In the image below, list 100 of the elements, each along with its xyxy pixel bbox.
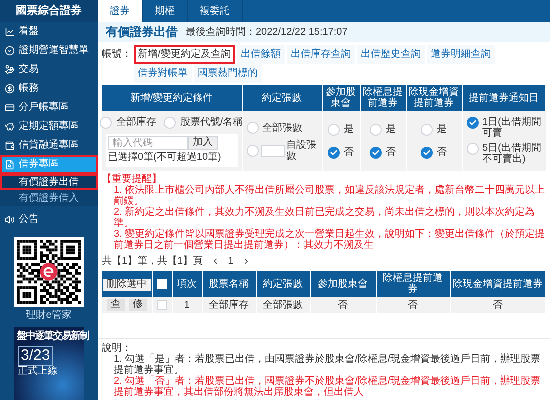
option-label: 否: [437, 146, 447, 160]
option-label: 股票代號/名稱: [180, 116, 244, 130]
table-cell: 1: [184, 300, 190, 310]
radio-button[interactable]: [466, 117, 478, 129]
column-header: 除現金增資提前還券: [406, 85, 462, 111]
notice-text: 2. 新約定之出借條件，其效力不溯及生效日前已完成之交易，尚未出借之標的，則以本次約定為準。: [113, 207, 536, 229]
table-cell: 否: [338, 300, 348, 310]
sub-tab[interactable]: 新增/變更約定及查詢: [134, 45, 235, 64]
column-header: 提前還券通知日: [462, 85, 546, 111]
column-header: 項次: [172, 271, 202, 297]
banner-headline: 盤中逐筆交易新制: [17, 331, 89, 344]
table-cell: 否: [492, 300, 503, 310]
radio-button[interactable]: [370, 146, 382, 158]
quantity-input[interactable]: [260, 144, 284, 156]
sidebar-subitem[interactable]: 有價證券出借: [0, 174, 98, 190]
radio-button[interactable]: [328, 146, 340, 158]
option-label: 否: [344, 146, 354, 160]
piggy-bank-icon: [5, 122, 15, 132]
speaker-icon: [5, 214, 15, 224]
last-query-time: 最後查詢時間：2022/12/22 15:17:07: [186, 26, 348, 40]
option-label: 5日(出借期間不可賣出): [482, 143, 542, 165]
banner-date: 3/23: [18, 346, 54, 366]
notes-heading: 說明：: [102, 343, 133, 354]
column-header: 除現金增資提前還券: [450, 271, 546, 297]
sidebar-item[interactable]: 看盤: [0, 22, 98, 41]
option-label: 自設張數: [286, 140, 318, 162]
option-label: 是: [344, 123, 354, 137]
sidebar-item[interactable]: 信貸融通專區: [0, 136, 98, 155]
radio-button[interactable]: [370, 124, 382, 136]
notice-heading: 【重要提醒】: [102, 174, 162, 185]
column-header: 除權息提前還券: [376, 271, 450, 297]
table-cell: 全部張數: [263, 300, 303, 310]
qr-card[interactable]: [14, 237, 84, 307]
check-icon: [330, 148, 338, 156]
notice-text: 3. 變更約定條件皆以國票證券受理完成之次一營業日起生效，說明如下：變更出借條件（於預定提前還券日之前一個營業日提出提前還券）：其效力不溯及生: [113, 229, 546, 251]
column-header: 新增/變更約定條件: [102, 85, 242, 111]
file-search-icon: [5, 160, 15, 170]
sidebar-item[interactable]: 交易: [0, 60, 98, 79]
selected-count: 已選擇0筆(不可超過10筆): [108, 150, 222, 165]
check-icon: [468, 119, 476, 127]
qr-code-drawing: [17, 240, 81, 304]
sub-tab[interactable]: 國票熱門標的: [194, 64, 262, 83]
radio-button[interactable]: [100, 116, 112, 128]
radio-button[interactable]: [466, 143, 478, 155]
sub-tab[interactable]: 出借歷史查詢: [356, 45, 425, 64]
radio-button[interactable]: [421, 124, 433, 136]
sub-tab[interactable]: 還券明細查詢: [426, 45, 495, 64]
top-tab[interactable]: 證券: [98, 0, 143, 22]
option-label: 是: [386, 123, 396, 137]
column-header: 參加股東會: [310, 271, 376, 297]
check-icon: [372, 148, 380, 156]
note-text: 1. 勾選「是」者：若股票已出借，由國票證券於股東會/除權息/現金增資最後過戶日前，辦理股票提前還券事宜。: [113, 354, 542, 376]
option-label: 否: [386, 146, 396, 160]
pager-summary: 共【1】筆，共【1】頁: [102, 254, 204, 269]
radio-button[interactable]: [246, 122, 258, 134]
row-checkbox[interactable]: [157, 300, 167, 310]
banner-subline: 正式上線: [18, 366, 58, 379]
option-label: 全部張數: [262, 122, 302, 136]
qr-caption: 理財e管家: [25, 308, 73, 323]
radio-button[interactable]: [246, 144, 258, 156]
hand-coins-icon: [5, 64, 15, 74]
column-header: 約定張數: [256, 271, 310, 297]
sub-tab[interactable]: 出借餘額: [236, 45, 285, 64]
card-icon: [5, 102, 15, 112]
option-label: 是: [437, 123, 447, 137]
table-cell: 否: [408, 300, 418, 310]
code-input[interactable]: 輸入代碼: [108, 136, 188, 150]
check-circle-icon: [5, 46, 15, 56]
page-number[interactable]: 1: [228, 254, 234, 269]
option-label: 1日(出借期間可賣: [482, 117, 542, 139]
delete-selected-button[interactable]: 刪除選中: [102, 278, 151, 290]
page-title: 有價證券出借: [106, 24, 178, 41]
account-label: 帳號：: [102, 48, 132, 62]
radio-button[interactable]: [328, 124, 340, 136]
radio-button[interactable]: [164, 116, 176, 128]
sidebar-subitem[interactable]: 有價證券借入: [0, 190, 98, 206]
chart-icon: [5, 26, 15, 36]
sub-tab[interactable]: 出借庫存查詢: [286, 45, 355, 64]
column-header: 約定張數: [242, 85, 322, 111]
column-header: 參加股東會: [322, 85, 360, 111]
sidebar-item[interactable]: 分戶帳專區: [0, 98, 98, 117]
option-label: 全部庫存: [116, 116, 156, 130]
brand-logo: 國票綜合證券: [0, 0, 98, 22]
radio-button[interactable]: [421, 146, 433, 158]
sidebar-item[interactable]: 證期營運智慧單: [0, 41, 98, 60]
query-button[interactable]: 查: [106, 299, 125, 311]
sidebar-item[interactable]: 定期定額專區: [0, 117, 98, 136]
column-header: 除權息提前還券: [360, 85, 406, 111]
notice-text: 1. 依法限上市櫃公司內部人不得出借所屬公司股票，如違反該法規定者，處新台幣二十四萬元以上罰鍰。: [113, 185, 546, 207]
edit-button[interactable]: 修: [128, 299, 147, 311]
sidebar-item[interactable]: 帳務: [0, 79, 98, 98]
check-icon: [423, 148, 431, 156]
column-header: 股票名稱: [202, 271, 256, 297]
sidebar-item[interactable]: 公告: [0, 210, 98, 229]
sub-tab[interactable]: 借券對帳單: [134, 64, 192, 83]
table-cell: 全部庫存: [209, 300, 249, 310]
select-all-checkbox[interactable]: [157, 279, 167, 289]
wallet-icon: [5, 140, 15, 150]
add-button[interactable]: 加入: [188, 136, 218, 150]
note-text: 2. 勾選「否」者：若股票已出借，國票證券不於股東會/除權息/現金增資最後過戶日前，辦理股票提前還券事宜，其出借部份將無法出席股東會，但出借人: [113, 376, 542, 398]
